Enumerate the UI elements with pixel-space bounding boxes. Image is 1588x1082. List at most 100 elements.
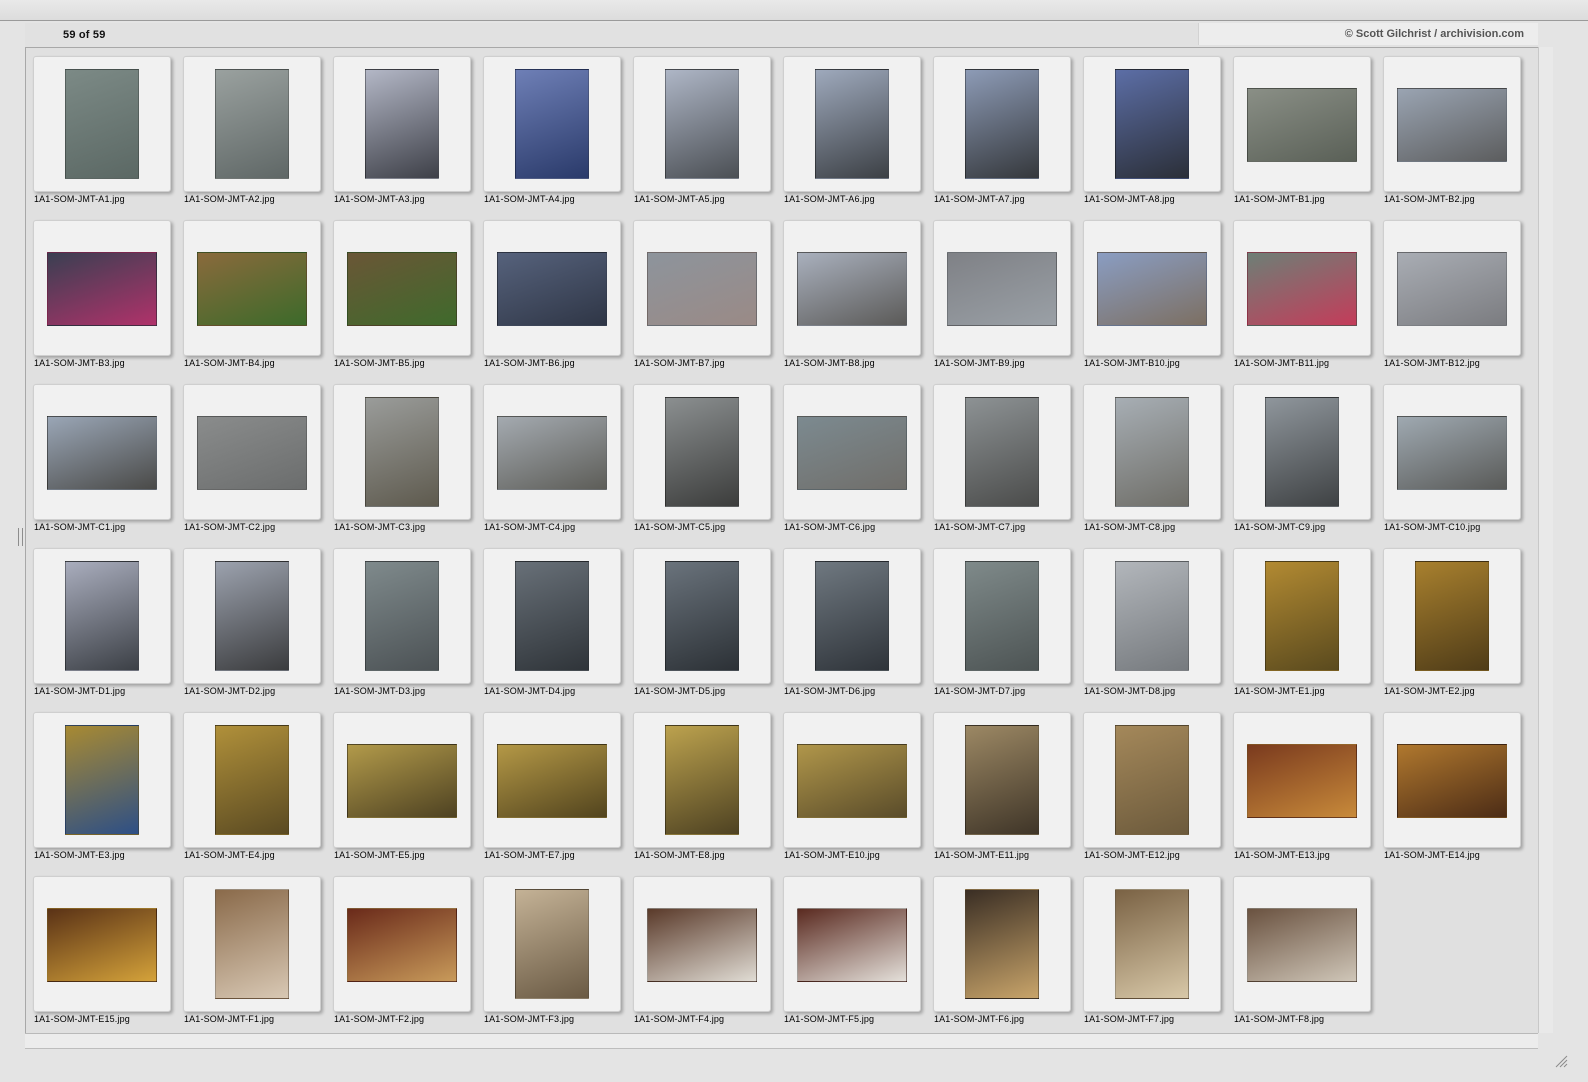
thumbnail-frame[interactable] <box>633 548 771 684</box>
thumbnail-item[interactable]: 1A1-SOM-JMT-C3.jpg <box>333 384 473 544</box>
thumbnail-item[interactable]: 1A1-SOM-JMT-A2.jpg <box>183 56 323 216</box>
thumbnail-frame[interactable] <box>333 712 471 848</box>
thumbnail-image[interactable] <box>215 561 289 671</box>
thumbnail-item[interactable]: 1A1-SOM-JMT-A7.jpg <box>933 56 1073 216</box>
thumbnail-item[interactable]: 1A1-SOM-JMT-E10.jpg <box>783 712 923 872</box>
thumbnail-image[interactable] <box>797 908 907 982</box>
thumbnail-image[interactable] <box>665 561 739 671</box>
thumbnail-item[interactable]: 1A1-SOM-JMT-E4.jpg <box>183 712 323 872</box>
thumbnail-item[interactable]: 1A1-SOM-JMT-B8.jpg <box>783 220 923 380</box>
thumbnail-frame[interactable] <box>1083 220 1221 356</box>
thumbnail-image[interactable] <box>215 69 289 179</box>
thumbnail-frame[interactable] <box>1233 876 1371 1012</box>
thumbnail-image[interactable] <box>497 416 607 490</box>
thumbnail-image[interactable] <box>1115 561 1189 671</box>
thumbnail-item[interactable]: 1A1-SOM-JMT-E7.jpg <box>483 712 623 872</box>
thumbnail-image[interactable] <box>647 252 757 326</box>
thumbnail-image[interactable] <box>1397 416 1507 490</box>
thumbnail-item[interactable]: 1A1-SOM-JMT-D3.jpg <box>333 548 473 708</box>
thumbnail-item[interactable]: 1A1-SOM-JMT-B9.jpg <box>933 220 1073 380</box>
thumbnail-item[interactable]: 1A1-SOM-JMT-B4.jpg <box>183 220 323 380</box>
thumbnail-image[interactable] <box>365 69 439 179</box>
thumbnail-image[interactable] <box>65 69 139 179</box>
thumbnail-frame[interactable] <box>33 384 171 520</box>
thumbnail-frame[interactable] <box>33 548 171 684</box>
thumbnail-frame[interactable] <box>633 220 771 356</box>
thumbnail-frame[interactable] <box>933 56 1071 192</box>
thumbnail-image[interactable] <box>797 252 907 326</box>
thumbnail-frame[interactable] <box>633 876 771 1012</box>
thumbnail-frame[interactable] <box>183 56 321 192</box>
thumbnail-frame[interactable] <box>1233 220 1371 356</box>
thumbnail-image[interactable] <box>197 252 307 326</box>
thumbnail-item[interactable]: 1A1-SOM-JMT-A5.jpg <box>633 56 773 216</box>
thumbnail-image[interactable] <box>965 889 1039 999</box>
thumbnail-item[interactable]: 1A1-SOM-JMT-B6.jpg <box>483 220 623 380</box>
thumbnail-frame[interactable] <box>33 56 171 192</box>
thumbnail-frame[interactable] <box>483 548 621 684</box>
thumbnail-frame[interactable] <box>1083 56 1221 192</box>
thumbnail-frame[interactable] <box>1383 220 1521 356</box>
thumbnail-image[interactable] <box>515 561 589 671</box>
thumbnail-image[interactable] <box>197 416 307 490</box>
thumbnail-image[interactable] <box>365 397 439 507</box>
thumbnail-image[interactable] <box>1115 889 1189 999</box>
thumbnail-frame[interactable] <box>1233 56 1371 192</box>
thumbnail-item[interactable]: 1A1-SOM-JMT-C5.jpg <box>633 384 773 544</box>
thumbnail-frame[interactable] <box>183 876 321 1012</box>
thumbnail-item[interactable]: 1A1-SOM-JMT-F6.jpg <box>933 876 1073 1036</box>
thumbnail-image[interactable] <box>947 252 1057 326</box>
thumbnail-image[interactable] <box>1397 88 1507 162</box>
thumbnail-image[interactable] <box>215 725 289 835</box>
thumbnail-item[interactable]: 1A1-SOM-JMT-A6.jpg <box>783 56 923 216</box>
thumbnail-item[interactable]: 1A1-SOM-JMT-B3.jpg <box>33 220 173 380</box>
thumbnail-item[interactable]: 1A1-SOM-JMT-A4.jpg <box>483 56 623 216</box>
thumbnail-frame[interactable] <box>1233 712 1371 848</box>
thumbnail-item[interactable]: 1A1-SOM-JMT-C2.jpg <box>183 384 323 544</box>
thumbnail-frame[interactable] <box>483 876 621 1012</box>
thumbnail-item[interactable]: 1A1-SOM-JMT-F4.jpg <box>633 876 773 1036</box>
thumbnail-image[interactable] <box>1115 69 1189 179</box>
thumbnail-image[interactable] <box>1265 561 1339 671</box>
thumbnail-item[interactable]: 1A1-SOM-JMT-E8.jpg <box>633 712 773 872</box>
thumbnail-frame[interactable] <box>783 384 921 520</box>
thumbnail-image[interactable] <box>797 416 907 490</box>
thumbnail-item[interactable]: 1A1-SOM-JMT-D5.jpg <box>633 548 773 708</box>
thumbnail-item[interactable]: 1A1-SOM-JMT-E2.jpg <box>1383 548 1523 708</box>
thumbnail-item[interactable]: 1A1-SOM-JMT-E13.jpg <box>1233 712 1373 872</box>
vertical-scrollbar[interactable] <box>1538 47 1553 1033</box>
thumbnail-image[interactable] <box>497 252 607 326</box>
thumbnail-item[interactable]: 1A1-SOM-JMT-A3.jpg <box>333 56 473 216</box>
thumbnail-frame[interactable] <box>933 220 1071 356</box>
thumbnail-frame[interactable] <box>1383 548 1521 684</box>
thumbnail-image[interactable] <box>347 908 457 982</box>
thumbnail-frame[interactable] <box>633 56 771 192</box>
thumbnail-frame[interactable] <box>1083 712 1221 848</box>
thumbnail-item[interactable]: 1A1-SOM-JMT-F1.jpg <box>183 876 323 1036</box>
thumbnail-frame[interactable] <box>783 548 921 684</box>
thumbnail-frame[interactable] <box>333 548 471 684</box>
thumbnail-frame[interactable] <box>933 548 1071 684</box>
thumbnail-image[interactable] <box>1397 252 1507 326</box>
thumbnail-item[interactable]: 1A1-SOM-JMT-A1.jpg <box>33 56 173 216</box>
thumbnail-item[interactable]: 1A1-SOM-JMT-E12.jpg <box>1083 712 1223 872</box>
thumbnail-frame[interactable] <box>483 712 621 848</box>
thumbnail-image[interactable] <box>797 744 907 818</box>
thumbnail-image[interactable] <box>347 744 457 818</box>
thumbnail-image[interactable] <box>1415 561 1489 671</box>
thumbnail-image[interactable] <box>47 908 157 982</box>
thumbnail-frame[interactable] <box>333 56 471 192</box>
thumbnail-frame[interactable] <box>1233 384 1371 520</box>
thumbnail-frame[interactable] <box>483 220 621 356</box>
thumbnail-image[interactable] <box>815 69 889 179</box>
thumbnail-item[interactable]: 1A1-SOM-JMT-D2.jpg <box>183 548 323 708</box>
thumbnail-item[interactable]: 1A1-SOM-JMT-B10.jpg <box>1083 220 1223 380</box>
thumbnail-item[interactable]: 1A1-SOM-JMT-B12.jpg <box>1383 220 1523 380</box>
thumbnail-item[interactable]: 1A1-SOM-JMT-F2.jpg <box>333 876 473 1036</box>
thumbnail-image[interactable] <box>665 69 739 179</box>
pane-splitter-handle[interactable] <box>18 528 23 546</box>
thumbnail-image[interactable] <box>647 908 757 982</box>
thumbnail-frame[interactable] <box>483 56 621 192</box>
thumbnail-item[interactable]: 1A1-SOM-JMT-E14.jpg <box>1383 712 1523 872</box>
thumbnail-frame[interactable] <box>33 220 171 356</box>
